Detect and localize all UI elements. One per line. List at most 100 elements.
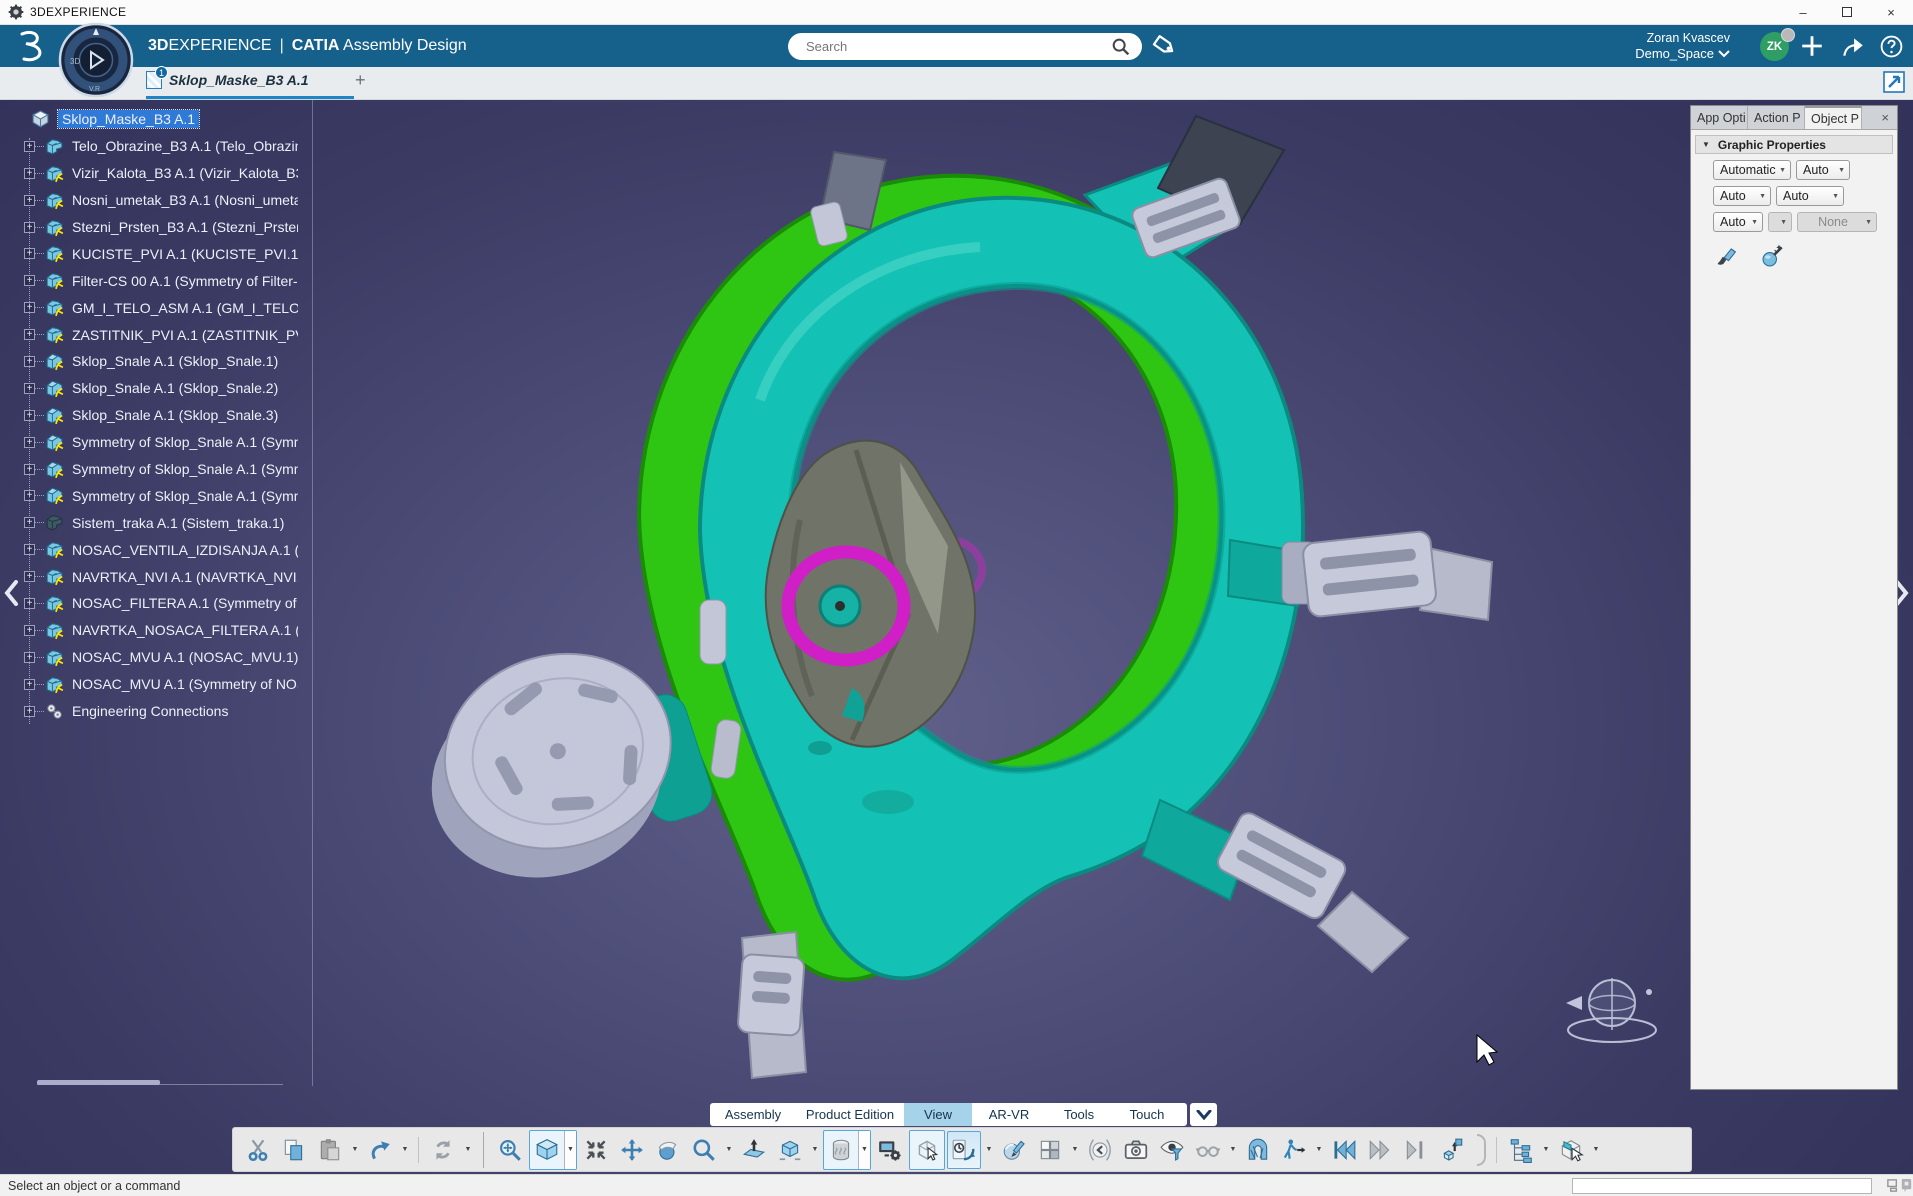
dassault-logo-icon[interactable] bbox=[12, 29, 50, 63]
tree-item[interactable]: + Vizir_Kalota_B3 A.1 (Vizir_Kalota_B3. bbox=[24, 160, 324, 187]
tree-item[interactable]: +Engineering Connections bbox=[24, 698, 324, 725]
tree-item[interactable]: +NOSAC_MVU A.1 (NOSAC_MVU.1) bbox=[24, 644, 324, 671]
tree-item-label[interactable]: Sistem_traka A.1 (Sistem_traka.1) bbox=[72, 515, 284, 531]
tree-item[interactable]: +GM_I_TELO_ASM A.1 (GM_I_TELO_A bbox=[24, 294, 324, 321]
paste-dropdown-icon[interactable]: ▼ bbox=[349, 1131, 361, 1169]
power-input-field[interactable] bbox=[1572, 1178, 1872, 1194]
graphic-property-dropdown[interactable]: None▼ bbox=[1797, 212, 1877, 232]
select-product-icon[interactable] bbox=[1554, 1131, 1588, 1169]
filter-disc[interactable] bbox=[404, 629, 700, 903]
tree-item[interactable]: + NOSAC_MVU A.1 (Symmetry of NOS bbox=[24, 671, 324, 698]
expand-plus-icon[interactable]: + bbox=[24, 168, 35, 179]
cut-icon[interactable] bbox=[241, 1131, 275, 1169]
expand-plus-icon[interactable]: + bbox=[24, 625, 35, 636]
panel-tab-action-p[interactable]: Action P bbox=[1748, 106, 1805, 129]
tree-item[interactable]: + Sistem_traka A.1 (Sistem_traka.1) bbox=[24, 509, 324, 536]
panel-tab-app-opti[interactable]: App Opti bbox=[1691, 106, 1748, 129]
tab-sklop-maske[interactable]: 1 Sklop_Maske_B3 A.1 bbox=[146, 71, 309, 89]
expand-plus-icon[interactable]: + bbox=[24, 517, 35, 528]
render-style-dropdown-icon[interactable]: ▼ bbox=[858, 1131, 870, 1169]
named-views-icon[interactable] bbox=[773, 1131, 807, 1169]
exit-design-icon[interactable] bbox=[1435, 1131, 1469, 1169]
search-box[interactable] bbox=[788, 33, 1142, 60]
tree-item-label[interactable]: Symmetry of Sklop_Snale A.1 (Symm bbox=[72, 434, 298, 450]
expand-plus-icon[interactable]: + bbox=[24, 302, 35, 313]
capture-icon[interactable] bbox=[1119, 1131, 1153, 1169]
undo-icon[interactable] bbox=[363, 1131, 397, 1169]
play-forward-icon[interactable] bbox=[1363, 1131, 1397, 1169]
turntable-dropdown-icon[interactable]: ▼ bbox=[983, 1131, 995, 1169]
painter-wizard-icon[interactable] bbox=[1760, 243, 1786, 269]
tree-item[interactable]: +KUCISTE_PVI A.1 (KUCISTE_PVI.1) bbox=[24, 240, 324, 267]
tree-item[interactable]: +Nosni_umetak_B3 A.1 (Nosni_umetak bbox=[24, 187, 324, 214]
walk-icon[interactable] bbox=[1277, 1131, 1311, 1169]
section-tab-ar-vr[interactable]: AR-VR bbox=[972, 1103, 1046, 1126]
iso-view-icon[interactable] bbox=[530, 1131, 564, 1169]
expand-plus-icon[interactable]: + bbox=[24, 544, 35, 555]
tree-item-label[interactable]: NOSAC_MVU A.1 (Symmetry of NOS bbox=[72, 676, 298, 692]
scrollbar-thumb[interactable] bbox=[37, 1080, 160, 1085]
section-tab-assembly[interactable]: Assembly bbox=[710, 1103, 796, 1126]
tree-item[interactable]: +Sklop_Snale A.1 (Sklop_Snale.1) bbox=[24, 348, 324, 375]
tree-horizontal-scrollbar[interactable] bbox=[37, 1078, 283, 1085]
tree-item[interactable]: +ZASTITNIK_PVI A.1 (ZASTITNIK_PVI.1 bbox=[24, 321, 324, 348]
tree-item[interactable]: Sklop_Maske_B3 A.1 bbox=[24, 106, 324, 133]
render-style-icon[interactable] bbox=[824, 1131, 858, 1169]
visibility-filter-icon[interactable] bbox=[1155, 1131, 1189, 1169]
tree-item-label[interactable]: ZASTITNIK_PVI A.1 (ZASTITNIK_PVI.1 bbox=[72, 327, 298, 343]
manipulator-gyro[interactable] bbox=[1566, 978, 1656, 1042]
expand-plus-icon[interactable]: + bbox=[24, 275, 35, 286]
tree-item-label[interactable]: NAVRTKA_NVI A.1 (NAVRTKA_NVI.1) bbox=[72, 569, 298, 585]
tree-item[interactable]: + NAVRTKA_NVI A.1 (NAVRTKA_NVI.1) bbox=[24, 563, 324, 590]
expand-plus-icon[interactable]: + bbox=[24, 706, 35, 717]
section-tab-view[interactable]: View bbox=[904, 1103, 972, 1126]
normal-view-icon[interactable] bbox=[737, 1131, 771, 1169]
tree-item[interactable]: +Symmetry of Sklop_Snale A.1 (Symm bbox=[24, 429, 324, 456]
update-dropdown-icon[interactable]: ▼ bbox=[462, 1131, 474, 1169]
close-button[interactable]: × bbox=[1869, 0, 1913, 24]
graphic-properties-header[interactable]: ▼ Graphic Properties bbox=[1695, 135, 1893, 154]
graphic-property-dropdown[interactable]: Auto▼ bbox=[1713, 212, 1763, 232]
split-view-icon[interactable] bbox=[1033, 1131, 1067, 1169]
tree-structure-icon[interactable] bbox=[1504, 1131, 1538, 1169]
jump-start-icon[interactable] bbox=[1327, 1131, 1361, 1169]
tree-item-label[interactable]: NOSAC_MVU A.1 (NOSAC_MVU.1) bbox=[72, 649, 298, 665]
glasses-icon[interactable] bbox=[1191, 1131, 1225, 1169]
new-tab-button[interactable]: + bbox=[355, 70, 366, 91]
pan-icon[interactable] bbox=[615, 1131, 649, 1169]
section-tab-product-edition[interactable]: Product Edition bbox=[796, 1103, 904, 1126]
select-product-dropdown-icon[interactable]: ▼ bbox=[1590, 1131, 1602, 1169]
paintbrush-icon[interactable] bbox=[1715, 243, 1741, 269]
notifications-icon[interactable] bbox=[1899, 1178, 1913, 1193]
expand-plus-icon[interactable]: + bbox=[24, 679, 35, 690]
tree-item[interactable]: + Symmetry of Sklop_Snale A.1 (Symm bbox=[24, 482, 324, 509]
3d-viewport[interactable]: Sklop_Maske_B3 A.1 + Telo_Obrazine_B3 A.1 … bbox=[0, 100, 1913, 1174]
graphic-property-dropdown[interactable]: Auto▼ bbox=[1776, 186, 1844, 206]
tree-item[interactable]: +Sklop_Snale A.1 (Sklop_Snale.3) bbox=[24, 402, 324, 429]
tree-item-label[interactable]: NOSAC_FILTERA A.1 (Symmetry of N bbox=[72, 595, 298, 611]
tree-item[interactable]: +NOSAC_VENTILA_IZDISANJA A.1 (NC bbox=[24, 536, 324, 563]
expand-plus-icon[interactable]: + bbox=[24, 464, 35, 475]
walk-dropdown-icon[interactable]: ▼ bbox=[1313, 1131, 1325, 1169]
paste-icon[interactable] bbox=[313, 1131, 347, 1169]
tree-item-label[interactable]: Vizir_Kalota_B3 A.1 (Vizir_Kalota_B3. bbox=[72, 165, 298, 181]
jump-end-icon[interactable] bbox=[1399, 1131, 1433, 1169]
graphic-property-dropdown[interactable]: Auto▼ bbox=[1796, 160, 1850, 180]
graphic-property-dropdown[interactable]: Auto▼ bbox=[1713, 186, 1771, 206]
expand-plus-icon[interactable]: + bbox=[24, 571, 35, 582]
tree-item-label[interactable]: Symmetry of Sklop_Snale A.1 (Symm bbox=[72, 488, 298, 504]
share-icon[interactable] bbox=[1840, 34, 1866, 60]
tree-item[interactable]: +Symmetry of Sklop_Snale A.1 (Symm bbox=[24, 456, 324, 483]
undo-dropdown-icon[interactable]: ▼ bbox=[399, 1131, 411, 1169]
panel-tab-object-p[interactable]: Object P bbox=[1805, 106, 1862, 129]
iso-view-dropdown-icon[interactable]: ▼ bbox=[564, 1131, 576, 1169]
portal-icon[interactable] bbox=[1241, 1131, 1275, 1169]
tree-item-label[interactable]: Telo_Obrazine_B3 A.1 (Telo_Obrazine bbox=[72, 138, 298, 154]
section-tab-tools[interactable]: Tools bbox=[1046, 1103, 1112, 1126]
avatar[interactable]: ZK bbox=[1760, 32, 1789, 61]
expand-plus-icon[interactable]: + bbox=[24, 490, 35, 501]
3d-compass[interactable]: 3D V.R bbox=[58, 22, 134, 98]
tree-item[interactable]: +NOSAC_FILTERA A.1 (Symmetry of N bbox=[24, 590, 324, 617]
center-view-icon[interactable] bbox=[579, 1131, 613, 1169]
glasses-dropdown-icon[interactable]: ▼ bbox=[1227, 1131, 1239, 1169]
